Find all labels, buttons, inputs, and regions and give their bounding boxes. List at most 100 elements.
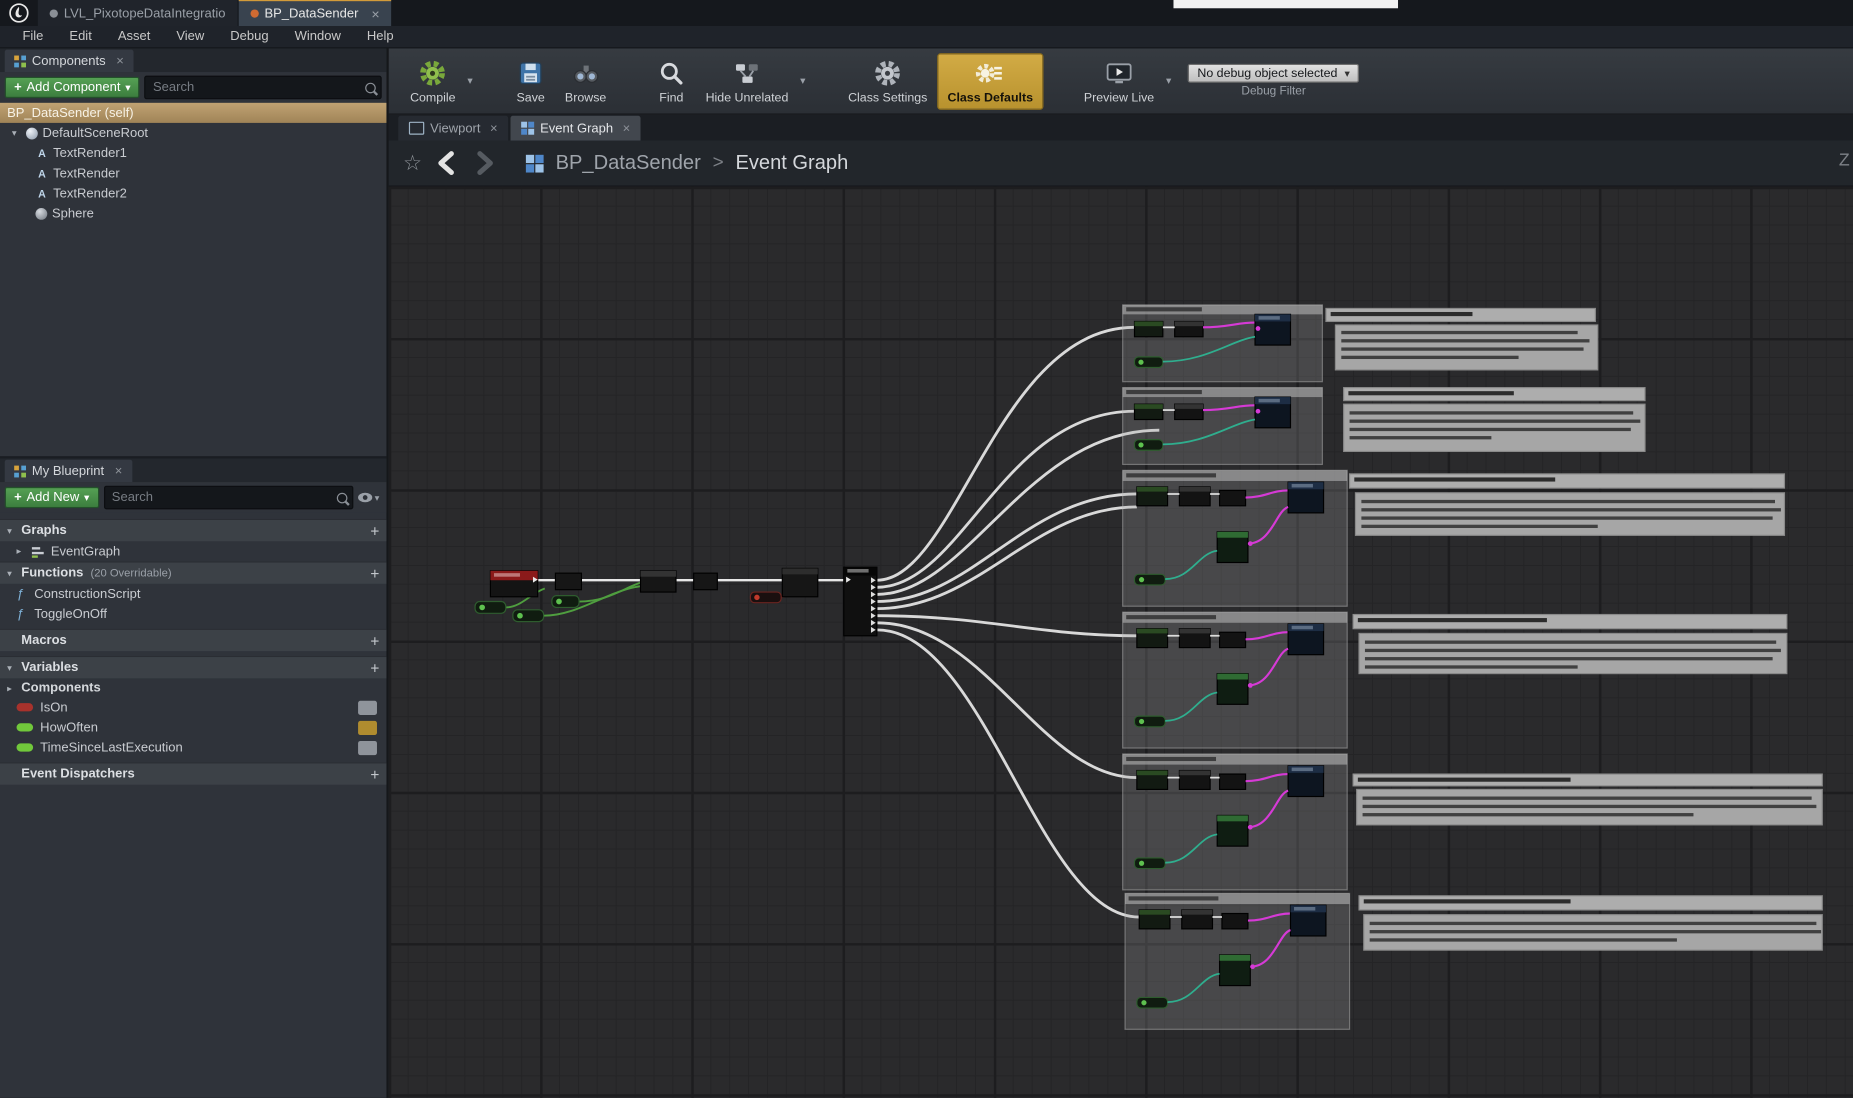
visibility-filter-button[interactable]: ▾: [358, 489, 382, 506]
node-cluster-4[interactable]: [1123, 612, 1348, 748]
close-icon[interactable]: ×: [623, 121, 631, 135]
list-item-constructionscript[interactable]: ƒ ConstructionScript: [0, 584, 386, 604]
tab-my-blueprint[interactable]: My Blueprint ×: [5, 460, 132, 482]
components-search[interactable]: [145, 76, 382, 100]
section-event-dispatchers[interactable]: Event Dispatchers +: [0, 762, 386, 784]
node-cluster-3[interactable]: [1123, 470, 1348, 606]
hide-unrelated-options-caret[interactable]: ▾: [800, 74, 805, 87]
close-icon[interactable]: ×: [371, 5, 379, 22]
compile-button[interactable]: Compile: [401, 54, 465, 108]
node-cluster-5[interactable]: [1123, 754, 1348, 890]
variables-group-components[interactable]: ▸ Components: [0, 678, 386, 697]
comment-box-1[interactable]: [1326, 308, 1598, 369]
event-graph-canvas[interactable]: [389, 187, 1853, 1098]
sequence-node[interactable]: [844, 567, 877, 636]
variable-get-node[interactable]: [513, 610, 544, 622]
node-cluster-2[interactable]: [1123, 388, 1323, 465]
chevron-right-icon[interactable]: ▸: [17, 546, 26, 557]
my-blueprint-panel: My Blueprint × + Add New ▾: [0, 456, 386, 1098]
node-cluster-6[interactable]: [1125, 893, 1350, 1029]
zoom-indicator: Z: [1839, 150, 1853, 170]
add-graph-button[interactable]: +: [370, 522, 379, 540]
my-blueprint-search[interactable]: [104, 486, 354, 510]
variable-ison[interactable]: IsOn: [0, 697, 386, 717]
asset-tab-bp-datasender[interactable]: BP_DataSender ×: [238, 0, 391, 26]
tree-item-self[interactable]: BP_DataSender (self): [0, 103, 386, 123]
comment-box-5[interactable]: [1353, 774, 1822, 825]
function-node[interactable]: [555, 573, 581, 590]
chevron-down-icon[interactable]: ▾: [7, 525, 16, 536]
section-macros[interactable]: Macros +: [0, 629, 386, 651]
menu-debug[interactable]: Debug: [217, 30, 281, 44]
node-cluster-1[interactable]: [1123, 305, 1323, 382]
add-component-button[interactable]: + Add Component ▾: [5, 77, 140, 98]
add-macro-button[interactable]: +: [370, 632, 379, 650]
event-node[interactable]: [490, 571, 537, 597]
add-event-dispatcher-button[interactable]: +: [370, 765, 379, 783]
components-search-input[interactable]: [151, 79, 366, 96]
menu-help[interactable]: Help: [354, 30, 407, 44]
variable-howoften[interactable]: HowOften: [0, 717, 386, 737]
function-node[interactable]: [694, 573, 718, 590]
menu-file[interactable]: File: [9, 30, 56, 44]
eye-closed-icon[interactable]: [358, 700, 377, 714]
list-item-toggleonoff[interactable]: ƒ ToggleOnOff: [0, 604, 386, 624]
find-button[interactable]: Find: [646, 54, 696, 108]
compile-options-caret[interactable]: ▾: [467, 74, 472, 87]
breadcrumb-current[interactable]: Event Graph: [735, 151, 848, 175]
function-node[interactable]: [641, 571, 676, 592]
save-button[interactable]: Save: [506, 54, 556, 108]
variable-get-node[interactable]: [475, 602, 506, 614]
preview-live-button[interactable]: Preview Live: [1074, 54, 1163, 108]
back-button[interactable]: [434, 149, 460, 177]
tree-item-textrender[interactable]: A TextRender: [0, 163, 386, 183]
tab-viewport[interactable]: Viewport ×: [398, 116, 508, 141]
forward-button[interactable]: [472, 149, 498, 177]
chevron-down-icon[interactable]: ▾: [7, 662, 16, 673]
chevron-down-icon[interactable]: ▸: [7, 682, 16, 693]
menu-window[interactable]: Window: [282, 30, 354, 44]
debug-object-dropdown[interactable]: No debug object selected ▾: [1188, 64, 1359, 83]
class-defaults-button[interactable]: Class Defaults: [937, 53, 1044, 110]
favorite-star-icon[interactable]: ☆: [403, 152, 422, 173]
close-icon[interactable]: ×: [115, 464, 123, 478]
chevron-down-icon[interactable]: ▾: [12, 128, 21, 139]
browse-button[interactable]: Browse: [555, 54, 615, 108]
tab-components[interactable]: Components ×: [5, 50, 134, 72]
section-variables[interactable]: ▾ Variables +: [0, 656, 386, 678]
preview-live-options-caret[interactable]: ▾: [1166, 74, 1171, 87]
close-icon[interactable]: ×: [490, 121, 498, 135]
section-functions[interactable]: ▾ Functions (20 Overridable) +: [0, 561, 386, 583]
eye-open-icon[interactable]: [358, 720, 377, 734]
variable-timesincelastexecution[interactable]: TimeSinceLastExecution: [0, 737, 386, 757]
chevron-down-icon[interactable]: ▾: [7, 568, 16, 579]
function-node[interactable]: [782, 568, 817, 596]
variable-get-node[interactable]: [552, 596, 579, 608]
hide-unrelated-button[interactable]: Hide Unrelated: [696, 54, 798, 108]
variable-get-node[interactable]: [750, 592, 781, 603]
menu-asset[interactable]: Asset: [105, 30, 164, 44]
breadcrumb-separator: >: [713, 152, 724, 173]
asset-tab-level[interactable]: LVL_PixotopeDataIntegratio: [38, 0, 237, 26]
tree-item-textrender2[interactable]: A TextRender2: [0, 183, 386, 203]
class-settings-button[interactable]: Class Settings: [839, 54, 937, 108]
tab-event-graph[interactable]: Event Graph ×: [511, 116, 641, 141]
comment-box-3[interactable]: [1350, 474, 1785, 535]
menu-edit[interactable]: Edit: [56, 30, 104, 44]
close-icon[interactable]: ×: [116, 54, 124, 68]
tree-item-textrender1[interactable]: A TextRender1: [0, 143, 386, 163]
tree-item-defaultsceneroot[interactable]: ▾ DefaultSceneRoot: [0, 123, 386, 143]
comment-box-6[interactable]: [1359, 896, 1822, 950]
tree-item-sphere[interactable]: Sphere: [0, 203, 386, 223]
add-new-button[interactable]: + Add New ▾: [5, 487, 99, 508]
add-function-button[interactable]: +: [370, 564, 379, 582]
comment-box-4[interactable]: [1353, 615, 1787, 674]
list-item-eventgraph[interactable]: ▸ EventGraph: [0, 541, 386, 561]
section-graphs[interactable]: ▾ Graphs +: [0, 519, 386, 541]
eye-closed-icon[interactable]: [358, 740, 377, 754]
add-variable-button[interactable]: +: [370, 659, 379, 677]
breadcrumb-root[interactable]: BP_DataSender: [556, 151, 701, 175]
my-blueprint-search-input[interactable]: [109, 489, 336, 506]
comment-box-2[interactable]: [1344, 388, 1645, 452]
menu-view[interactable]: View: [163, 30, 217, 44]
